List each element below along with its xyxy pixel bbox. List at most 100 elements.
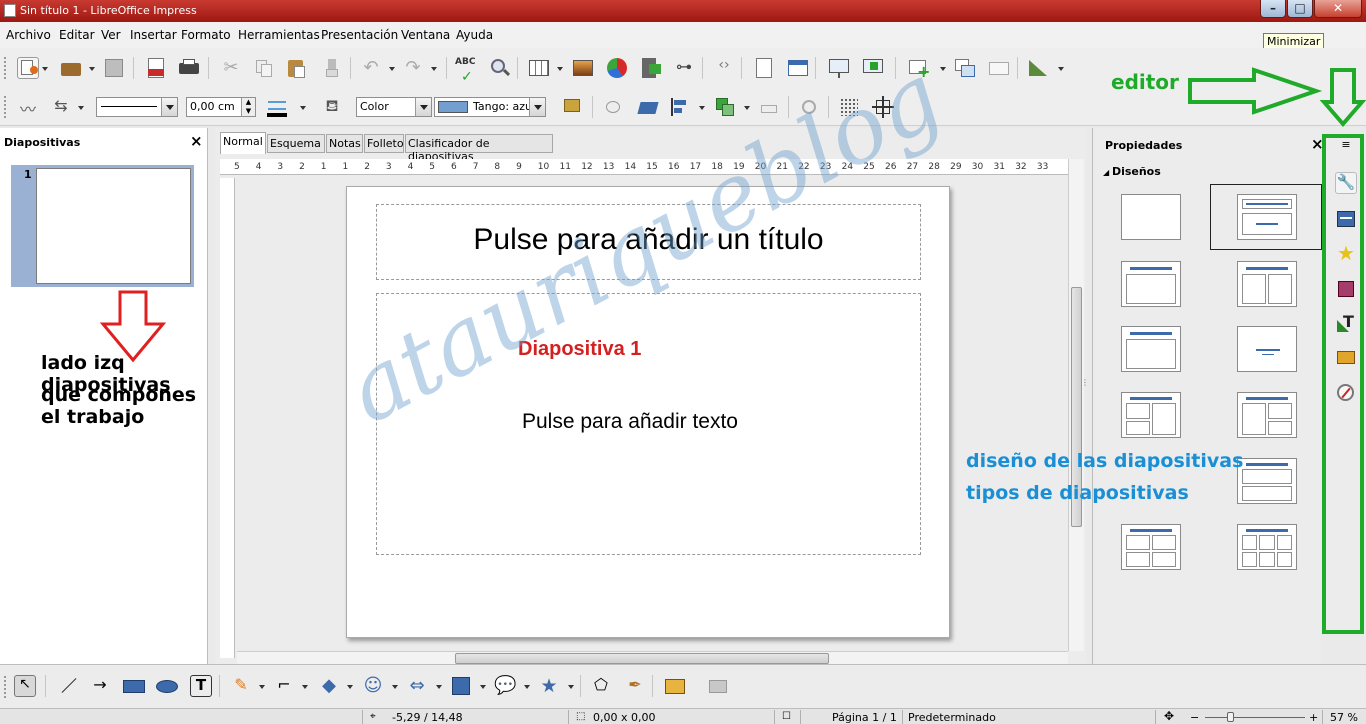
toolbar-grip-3[interactable]	[4, 676, 8, 698]
line-width-field[interactable]: 0,00 cm ▲ ▼	[186, 97, 256, 117]
delete-slide-icon[interactable]	[988, 57, 1010, 79]
navigator-icon[interactable]	[753, 57, 775, 79]
connector-icon[interactable]: ⌐	[273, 675, 295, 697]
clone-formatting-icon[interactable]	[322, 57, 344, 79]
layout-title-4content[interactable]	[1121, 524, 1181, 570]
curves-dropdown-icon[interactable]	[259, 685, 265, 689]
image-icon[interactable]	[572, 57, 594, 79]
grid-dropdown-icon[interactable]	[1058, 67, 1064, 71]
new-dropdown-icon[interactable]	[42, 67, 48, 71]
layout-centered-text[interactable]	[1237, 326, 1297, 372]
menu-ayuda[interactable]: Ayuda	[456, 28, 493, 42]
zoom-icon[interactable]	[489, 57, 511, 79]
select-arrow-icon[interactable]: ↖	[14, 675, 36, 697]
paste-icon[interactable]	[285, 57, 307, 79]
slide-thumbnail[interactable]: 1	[11, 165, 194, 287]
save-icon[interactable]	[103, 57, 125, 79]
line-color-dropdown-icon[interactable]	[300, 106, 306, 110]
horizontal-ruler[interactable]: 5 4 3 2 1 1 2 3 4 5 6 7 8 9 10 11 12 13 14 15 16 17 18 19 20 21 22…	[220, 159, 1068, 175]
glue-points-icon[interactable]: ✒	[624, 675, 646, 697]
minimize-button[interactable]: –	[1260, 0, 1286, 18]
menu-insertar[interactable]: Insertar	[130, 28, 177, 42]
layout-title-6content[interactable]	[1237, 524, 1297, 570]
layout-title-content-2content[interactable]	[1237, 392, 1297, 438]
line-icon[interactable]: 〰	[17, 96, 39, 119]
area-style-select[interactable]: Color	[356, 97, 432, 117]
layout-blank[interactable]	[1121, 194, 1181, 240]
symbol-shapes-dropdown-icon[interactable]	[392, 685, 398, 689]
connector-dropdown-icon[interactable]	[302, 685, 308, 689]
spellcheck-icon[interactable]: ABC ✓	[455, 57, 477, 85]
basic-shapes-icon[interactable]: ◆	[318, 675, 340, 697]
points-icon[interactable]	[603, 96, 625, 118]
zoom-out-icon[interactable]: −	[1190, 711, 1199, 724]
block-arrows-dropdown-icon[interactable]	[436, 685, 442, 689]
chart-icon[interactable]	[606, 57, 628, 79]
callouts-dropdown-icon[interactable]	[524, 685, 530, 689]
stars-dropdown-icon[interactable]	[568, 685, 574, 689]
fontwork-icon[interactable]: ⊶	[673, 57, 695, 79]
menu-formato[interactable]: Formato	[181, 28, 231, 42]
area-style-icon[interactable]: ⛾	[321, 96, 343, 118]
tab-folleto[interactable]: Folleto	[364, 134, 404, 153]
layout-title-content-over-content[interactable]	[1237, 458, 1297, 504]
arrange-icon[interactable]	[714, 96, 736, 118]
edit-points-icon[interactable]: ⬠	[590, 675, 612, 697]
menu-herramientas[interactable]: Herramientas	[238, 28, 320, 42]
freeform-pen-icon[interactable]: ✎	[230, 675, 252, 697]
arrange-dropdown-icon[interactable]	[744, 106, 750, 110]
horizontal-scrollbar[interactable]	[237, 651, 1068, 664]
menu-ver[interactable]: Ver	[101, 28, 121, 42]
stars-icon[interactable]: ★	[538, 675, 560, 697]
layout-title-content[interactable]	[1121, 261, 1181, 307]
display-grid-icon[interactable]	[1027, 57, 1049, 79]
stepper-icon[interactable]: ▲ ▼	[241, 98, 255, 116]
flowchart-icon[interactable]	[450, 675, 472, 697]
align-dropdown-icon[interactable]	[699, 106, 705, 110]
cut-icon[interactable]: ✂	[220, 57, 242, 79]
close-window-button[interactable]: ✕	[1314, 0, 1362, 18]
menu-presentacion[interactable]: Presentación	[321, 28, 398, 42]
basic-shapes-dropdown-icon[interactable]	[347, 685, 353, 689]
tab-clasificador[interactable]: Clasificador de diapositivas	[405, 134, 553, 163]
undo-dropdown-icon[interactable]	[389, 67, 395, 71]
arrow-style-icon[interactable]: ⇆	[50, 96, 72, 118]
vertical-ruler[interactable]	[220, 178, 235, 658]
maximize-button[interactable]: □	[1287, 0, 1313, 18]
ellipse-icon[interactable]	[156, 675, 178, 697]
layouts-section-header[interactable]: Diseños	[1103, 165, 1161, 178]
fit-slide-icon[interactable]: ✥	[1164, 709, 1174, 723]
insert-image-frame-icon[interactable]	[664, 675, 686, 697]
extrusion-icon[interactable]	[707, 675, 729, 697]
copy-icon[interactable]	[253, 57, 275, 79]
line-tool-icon[interactable]	[57, 675, 79, 697]
horizontal-scroll-thumb[interactable]	[455, 653, 829, 664]
rectangle-icon[interactable]	[122, 675, 145, 697]
tab-esquema[interactable]: Esquema	[267, 134, 325, 153]
redo-dropdown-icon[interactable]	[431, 67, 437, 71]
layout-title-2content-content[interactable]	[1121, 392, 1181, 438]
chevron-down-icon[interactable]	[415, 98, 431, 116]
menu-editar[interactable]: Editar	[59, 28, 95, 42]
close-panel-icon[interactable]: ×	[190, 132, 203, 150]
rotate-icon[interactable]	[637, 96, 659, 118]
tab-normal[interactable]: Normal	[220, 132, 266, 154]
shadow-icon[interactable]	[562, 96, 584, 118]
toolbar-grip-2[interactable]	[4, 96, 8, 118]
line-style-select[interactable]	[96, 97, 178, 117]
chevron-down-icon[interactable]	[161, 98, 177, 116]
menu-ventana[interactable]: Ventana	[401, 28, 450, 42]
document-modified-icon[interactable]: ☐	[782, 711, 791, 722]
layout-title-two-content[interactable]	[1237, 261, 1297, 307]
callouts-icon[interactable]: 💬	[494, 675, 516, 697]
layout-title-only[interactable]	[1121, 326, 1181, 372]
menu-archivo[interactable]: Archivo	[6, 28, 51, 42]
undo-icon[interactable]: ↶	[360, 57, 382, 79]
tab-notas[interactable]: Notas	[326, 134, 363, 153]
zoom-in-icon[interactable]: +	[1309, 711, 1318, 724]
table-dropdown-icon[interactable]	[557, 67, 563, 71]
toolbar-grip[interactable]	[4, 57, 8, 79]
new-slide-dropdown-icon[interactable]	[940, 67, 946, 71]
media-icon[interactable]	[640, 57, 662, 79]
block-arrows-icon[interactable]: ⇔	[406, 675, 428, 697]
